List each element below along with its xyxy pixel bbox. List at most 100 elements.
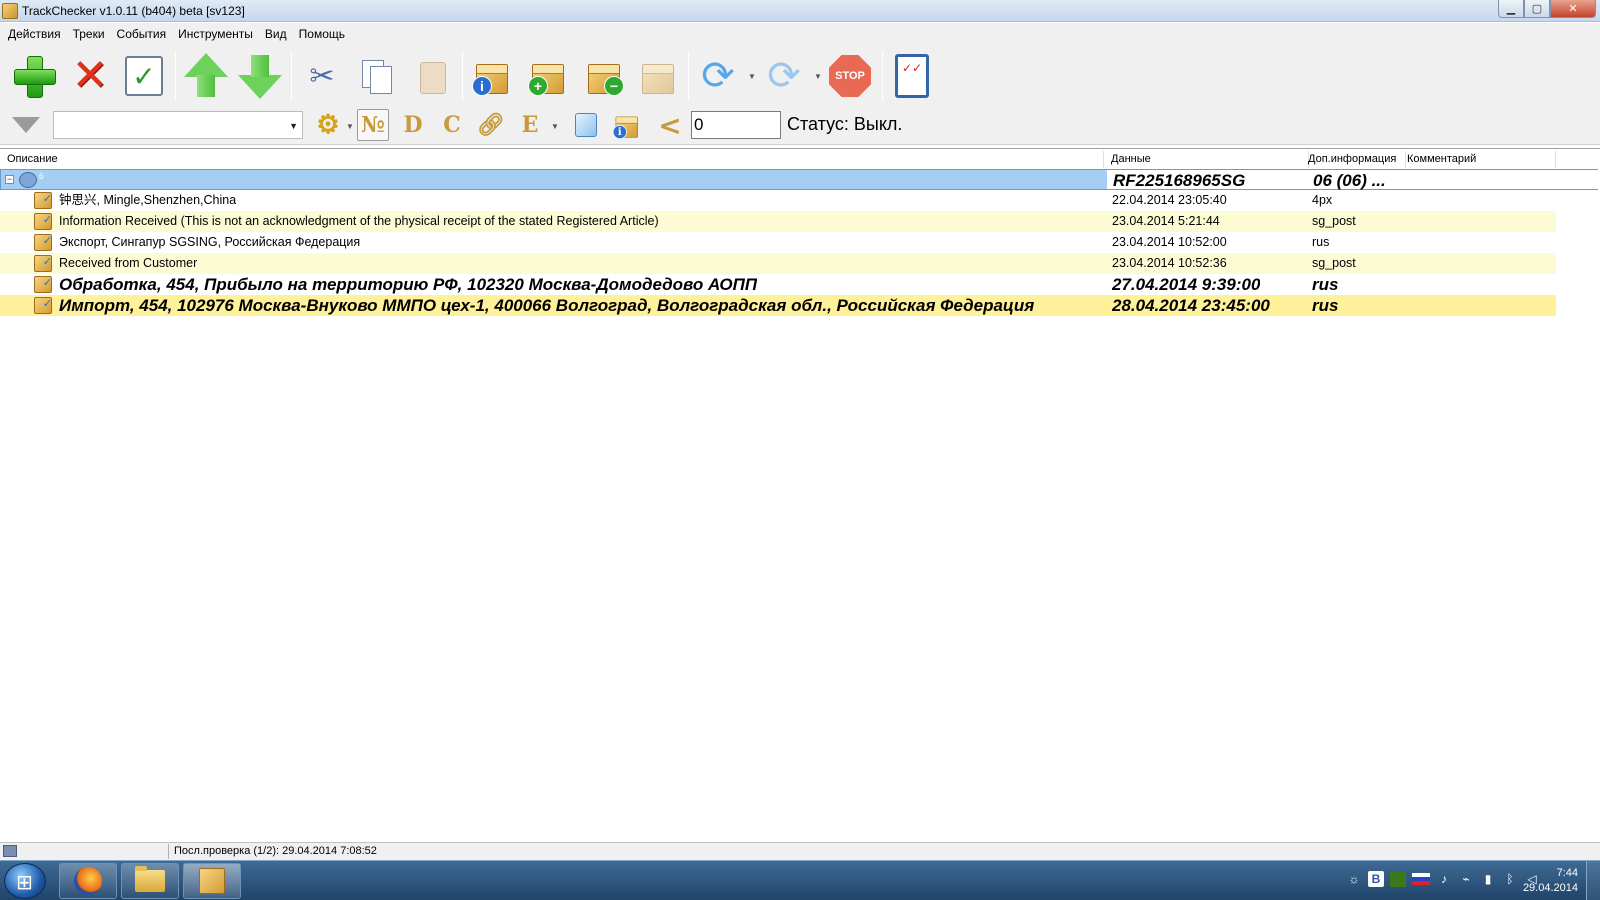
taskbar-firefox[interactable] xyxy=(59,863,117,899)
nvidia-icon[interactable] xyxy=(1390,871,1406,887)
row-date: 28.04.2014 23:45:00 xyxy=(1112,296,1270,315)
row-description: 钟思兴, Mingle,Shenzhen,China xyxy=(59,193,237,207)
row-info: rus xyxy=(1312,275,1339,294)
close-button[interactable]: ✕ xyxy=(1550,0,1596,18)
refresh-button[interactable]: ⟳ xyxy=(692,51,744,101)
stop-button[interactable]: STOP xyxy=(824,51,876,101)
system-tray: ☼ B ♪ ⌁ ▮ ᛒ ◁ xyxy=(1346,871,1540,887)
paste-icon xyxy=(412,56,452,96)
row-date: 22.04.2014 23:05:40 xyxy=(1112,193,1227,207)
show-desktop-button[interactable] xyxy=(1586,861,1600,900)
language-flag-icon[interactable] xyxy=(1412,873,1430,885)
sort-extra-button[interactable]: E xyxy=(514,109,546,141)
settings-dropdown-icon[interactable]: ▼ xyxy=(346,122,354,131)
move-up-button[interactable] xyxy=(180,51,232,101)
row-date: 27.04.2014 9:39:00 xyxy=(1112,275,1261,294)
link-button[interactable]: 🔗︎ xyxy=(475,109,507,141)
table-row[interactable]: Information Received (This is not an ack… xyxy=(0,210,1556,232)
title-bar: TrackChecker v1.0.11 (b404) beta [sv123] xyxy=(0,0,1600,22)
interval-input[interactable] xyxy=(691,111,781,139)
link-icon: 🔗︎ xyxy=(477,112,505,138)
copy-icon xyxy=(356,56,396,96)
minimize-button[interactable]: ▁ xyxy=(1498,0,1524,18)
copy-button[interactable] xyxy=(350,51,402,101)
delete-track-button[interactable]: ✕ xyxy=(64,51,116,101)
package-icon xyxy=(34,231,52,252)
clock[interactable]: 7:44 29.04.2014 xyxy=(1523,866,1578,896)
bluetooth-icon[interactable]: ᛒ xyxy=(1502,871,1518,887)
table-row[interactable]: 钟思兴, Mingle,Shenzhen,China 22.04.2014 23… xyxy=(0,189,1556,211)
refresh-dropdown-icon[interactable]: ▼ xyxy=(748,72,756,81)
menu-tracks[interactable]: Треки xyxy=(67,27,111,41)
menu-bar: Действия Треки События Инструменты Вид П… xyxy=(0,23,1600,45)
firefox-icon xyxy=(74,867,102,895)
checkmark-icon: ✓ xyxy=(125,56,163,96)
menu-tools[interactable]: Инструменты xyxy=(172,27,259,41)
column-data[interactable]: Данные xyxy=(1104,151,1309,168)
column-comment[interactable]: Комментарий xyxy=(1400,151,1556,168)
collapse-icon[interactable]: − xyxy=(5,175,14,184)
clock-time: 7:44 xyxy=(1556,867,1578,879)
status-label: Статус: Выкл. xyxy=(787,114,903,134)
open-box-button[interactable] xyxy=(570,109,602,141)
remove-box-button[interactable]: − xyxy=(578,51,630,101)
filter-combo[interactable]: ▼ xyxy=(53,111,303,139)
signal-icon[interactable]: ▮ xyxy=(1480,871,1496,887)
filter-button[interactable] xyxy=(10,109,42,141)
sort-date-button[interactable]: D xyxy=(397,109,429,141)
scissors-icon: ✂ xyxy=(309,59,335,93)
taskbar-trackchecker[interactable] xyxy=(183,863,241,899)
tray-b-icon[interactable]: B xyxy=(1368,871,1384,887)
start-button[interactable] xyxy=(4,863,46,899)
tray-app-icon[interactable]: ☼ xyxy=(1346,871,1362,887)
taskbar-explorer[interactable] xyxy=(121,863,179,899)
move-down-button[interactable] xyxy=(234,51,286,101)
table-row[interactable]: Обработка, 454, Прибыло на территорию РФ… xyxy=(0,273,1556,295)
cut-button[interactable]: ✂ xyxy=(296,51,348,101)
add-box-button[interactable]: + xyxy=(522,51,574,101)
refresh-all-button[interactable]: ⟳ xyxy=(758,51,810,101)
sort-dropdown-icon[interactable]: ▼ xyxy=(551,122,559,131)
speaker-icon[interactable]: ♪ xyxy=(1436,871,1452,887)
arrow-up-icon xyxy=(184,53,228,99)
menu-help[interactable]: Помощь xyxy=(293,27,351,41)
table-row[interactable]: Экспорт, Сингапур SGSING, Российская Фед… xyxy=(0,231,1556,253)
tracks-table: Описание Данные Доп.информация Комментар… xyxy=(0,148,1600,842)
paste-button[interactable] xyxy=(406,51,458,101)
box-remove-icon: − xyxy=(584,56,624,96)
settings-button[interactable]: ⚙ xyxy=(312,109,344,141)
stop-icon: STOP xyxy=(829,55,871,97)
column-description[interactable]: Описание xyxy=(0,151,1104,168)
add-track-button[interactable] xyxy=(8,51,60,101)
sort-number-button[interactable]: № xyxy=(357,109,389,141)
maximize-button[interactable]: ▢ xyxy=(1524,0,1550,18)
network-icon xyxy=(3,845,17,857)
boxes-check-button[interactable] xyxy=(632,51,684,101)
power-icon[interactable]: ⌁ xyxy=(1458,871,1474,887)
app-icon xyxy=(2,2,18,19)
box-info-icon: i xyxy=(472,56,512,96)
row-date: 23.04.2014 10:52:00 xyxy=(1112,235,1227,249)
group-icon xyxy=(19,172,37,188)
table-row[interactable]: Received from Customer 23.04.2014 10:52:… xyxy=(0,252,1556,274)
chevron-down-icon[interactable]: ▼ xyxy=(289,121,298,131)
less-than-button[interactable]: < xyxy=(654,109,686,142)
track-group-row[interactable]: − 6 RF225168965SG 06 (06) ... xyxy=(0,169,1599,190)
package-icon xyxy=(34,252,52,273)
last-check-text: Посл.проверка (1/2): 29.04.2014 7:08:52 xyxy=(174,845,377,857)
refresh-all-dropdown-icon[interactable]: ▼ xyxy=(814,72,822,81)
package-icon xyxy=(34,294,52,315)
column-extra-info[interactable]: Доп.информация xyxy=(1301,151,1406,168)
track-info-button[interactable]: i xyxy=(466,51,518,101)
checklist-button[interactable] xyxy=(886,51,938,101)
box-info-small-button[interactable]: i xyxy=(608,109,640,141)
clock-date: 29.04.2014 xyxy=(1522,882,1578,894)
filter-icon xyxy=(12,117,40,133)
menu-actions[interactable]: Действия xyxy=(2,27,67,41)
menu-events[interactable]: События xyxy=(111,27,173,41)
sort-comment-button[interactable]: C xyxy=(436,109,468,141)
menu-view[interactable]: Вид xyxy=(259,27,293,41)
mark-checked-button[interactable]: ✓ xyxy=(118,51,170,101)
table-row[interactable]: Импорт, 454, 102976 Москва-Внуково ММПО … xyxy=(0,294,1556,316)
package-icon xyxy=(34,273,52,294)
